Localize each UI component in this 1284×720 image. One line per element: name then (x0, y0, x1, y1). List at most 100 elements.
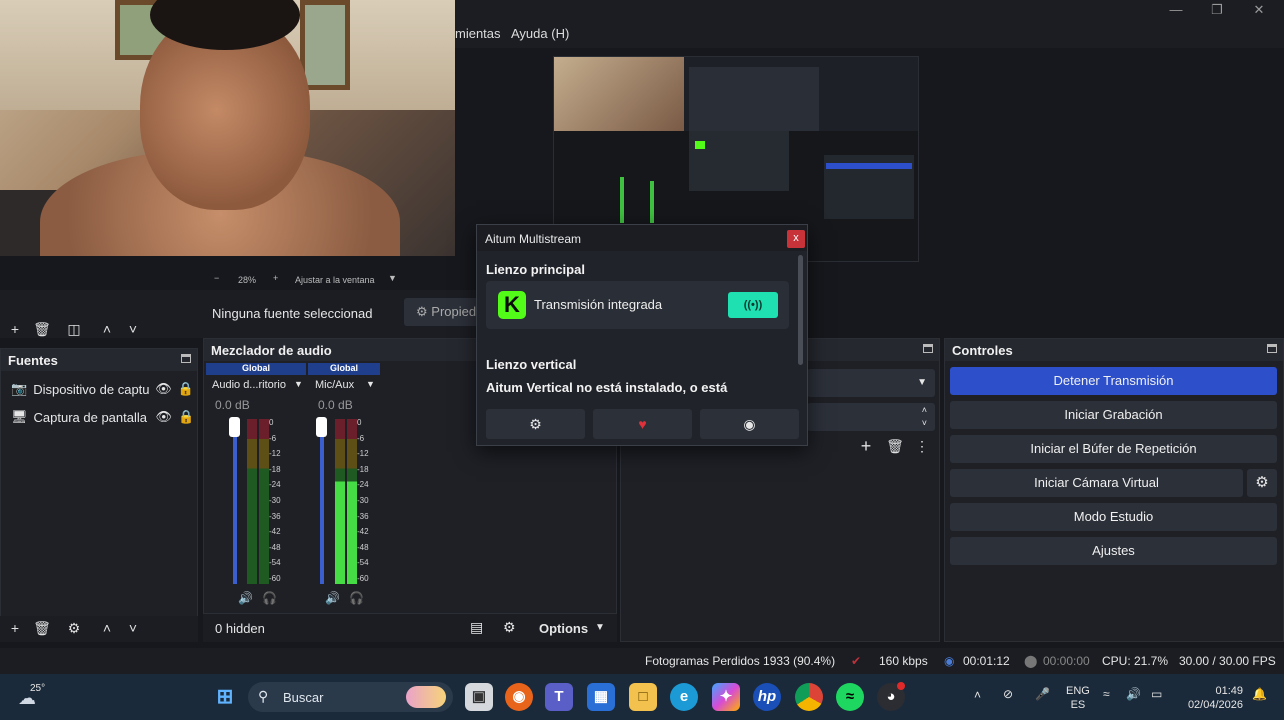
studio-mode-button[interactable]: Modo Estudio (950, 503, 1277, 531)
chrome-icon[interactable] (795, 683, 823, 711)
zoom-out-button[interactable]: − (214, 273, 219, 283)
broadcast-icon[interactable]: ((•)) (728, 292, 778, 318)
vertical-canvas-message: Aitum Vertical no está instalado, o está (486, 380, 728, 395)
dialog-title: Aitum Multistream (477, 225, 807, 251)
filters-icon[interactable]: ◫ (65, 320, 83, 338)
volume-slider-handle[interactable] (316, 417, 327, 437)
add-transition-button[interactable]: + (857, 437, 875, 455)
duration-spinbox[interactable]: ˄ ˅ (807, 403, 935, 431)
source-item[interactable]: 🖥 Captura de pantalla 👁 🔒 (1, 403, 197, 431)
lock-icon[interactable]: 🔒 (178, 381, 194, 397)
menu-help[interactable]: Ayuda (H) (511, 26, 569, 41)
eye-icon[interactable]: 👁 (155, 381, 172, 397)
gear-icon[interactable]: ⚙ (1247, 469, 1277, 497)
volume-slider-track[interactable] (320, 419, 324, 584)
add-scene-button[interactable]: + (6, 320, 24, 338)
preview-nested-stop-button (826, 163, 912, 169)
channel-scope: Global (308, 363, 380, 375)
headphones-icon[interactable]: 🎧 (262, 591, 277, 605)
teams-icon[interactable]: T (545, 683, 573, 711)
trash-icon[interactable]: 🗑 (33, 320, 51, 338)
spotify-icon[interactable]: ≈ (836, 683, 864, 711)
store-icon[interactable]: ▦ (587, 683, 615, 711)
options-button[interactable]: Options (539, 621, 588, 636)
menu-tools[interactable]: mientas (455, 26, 501, 41)
scrollbar[interactable] (798, 255, 803, 365)
record-icon: ⬤ (1024, 654, 1038, 668)
chevron-up-icon[interactable]: ˄ (98, 619, 116, 637)
volume-icon[interactable]: 🔊 (1126, 687, 1141, 701)
trash-icon[interactable]: 🗑 (886, 437, 904, 455)
microphone-icon[interactable]: 🎤 (1035, 687, 1050, 701)
kick-logo-icon: K (498, 291, 526, 319)
start-recording-button[interactable]: Iniciar Grabación (950, 401, 1277, 429)
chevron-down-icon[interactable]: ˅ (124, 619, 142, 637)
chevron-down-icon[interactable]: ˅ (124, 320, 142, 338)
heart-icon[interactable]: ♥ (593, 409, 692, 439)
file-explorer-icon[interactable]: □ (629, 683, 657, 711)
undock-icon[interactable] (923, 344, 933, 353)
gear-icon[interactable]: ⚙ (65, 619, 83, 637)
task-view-icon[interactable]: ▣ (465, 683, 493, 711)
close-icon[interactable]: ✕ (1248, 2, 1270, 20)
speaker-icon[interactable]: 🔊 (325, 591, 340, 605)
meter-scale: 0 -6 -12 -18 -24 -30 -36 -42 -48 -54 -60 (269, 418, 281, 583)
undock-icon[interactable] (181, 354, 191, 363)
gear-icon[interactable]: ⚙ (486, 409, 585, 439)
wifi-icon[interactable]: ≈ (1103, 687, 1110, 701)
windows-start-icon[interactable]: ⊞ (211, 683, 239, 711)
firefox-icon[interactable]: ◉ (505, 683, 533, 711)
advanced-audio-icon[interactable]: ⚙ (503, 619, 516, 636)
chevron-up-icon[interactable]: ˄ (922, 405, 927, 415)
chevron-up-icon[interactable]: ˄ (974, 688, 981, 702)
chevron-down-icon[interactable]: ▼ (595, 622, 605, 633)
copilot-icon[interactable]: ✦ (712, 683, 740, 711)
headphones-icon[interactable]: 🎧 (349, 591, 364, 605)
minimize-icon[interactable]: — (1165, 2, 1187, 20)
vertical-canvas-heading: Lienzo vertical (486, 357, 577, 372)
bitrate: 160 kbps (879, 654, 928, 668)
volume-slider-track[interactable] (233, 419, 237, 584)
close-button[interactable]: x (787, 230, 805, 248)
trash-icon[interactable]: 🗑 (33, 619, 51, 637)
add-source-button[interactable]: + (6, 619, 24, 637)
chevron-up-icon[interactable]: ˄ (98, 320, 116, 338)
volume-slider-handle[interactable] (229, 417, 240, 437)
search-box[interactable]: ⚲ Buscar (248, 682, 453, 712)
channel-name[interactable]: Audio d...ritorio (212, 379, 286, 391)
edge-icon[interactable]: e (670, 683, 698, 711)
fit-window-select[interactable]: Ajustar a la ventana (295, 275, 375, 285)
battery-icon[interactable]: ▭ (1151, 687, 1162, 701)
dropped-frames: Fotogramas Perdidos 1933 (90.4%) (645, 654, 836, 668)
lock-icon[interactable]: 🔒 (178, 409, 194, 425)
chevron-down-icon[interactable]: ˅ (922, 418, 927, 428)
status-bar: Fotogramas Perdidos 1933 (90.4%) ✔ 160 k… (0, 648, 1284, 674)
chevron-down-icon[interactable]: ▼ (294, 379, 303, 389)
stop-streaming-button[interactable]: Detener Transmisión (950, 367, 1277, 395)
channel-name[interactable]: Mic/Aux (315, 379, 354, 391)
source-item[interactable]: 📷 Dispositivo de captu 👁 🔒 (1, 375, 197, 403)
notification-icon[interactable]: 🔔 (1252, 687, 1267, 701)
transition-select[interactable]: ▼ (807, 369, 935, 397)
more-icon[interactable]: ⋮ (913, 437, 931, 455)
zoom-in-button[interactable]: + (273, 273, 278, 283)
virtual-camera-button[interactable]: Iniciar Cámara Virtual (950, 469, 1243, 497)
eye-icon[interactable]: 👁 (156, 409, 173, 425)
network-off-icon[interactable]: ⊘ (1003, 687, 1013, 701)
replay-buffer-button[interactable]: Iniciar el Búfer de Repetición (950, 435, 1277, 463)
camera-icon: 📷 (11, 381, 28, 396)
sources-toolbar: + 🗑 ⚙ ˄ ˅ (0, 616, 198, 642)
clock[interactable]: 01:49 02/04/2026 (1185, 684, 1243, 712)
language-indicator[interactable]: ENG ES (1066, 684, 1090, 712)
undock-icon[interactable] (1267, 344, 1277, 353)
hp-icon[interactable]: hp (753, 683, 781, 711)
chevron-down-icon[interactable]: ▼ (366, 379, 375, 389)
stream-icon: ◉ (944, 654, 955, 668)
aitum-multistream-dialog: Aitum Multistream x Lienzo principal K T… (476, 224, 808, 446)
layout-toggle-icon[interactable]: ▤ (470, 619, 483, 636)
settings-button[interactable]: Ajustes (950, 537, 1277, 565)
chevron-down-icon[interactable]: ▼ (388, 273, 397, 283)
discord-icon[interactable]: ◉ (700, 409, 799, 439)
restore-icon[interactable]: ❐ (1206, 2, 1228, 20)
speaker-icon[interactable]: 🔊 (238, 591, 253, 605)
